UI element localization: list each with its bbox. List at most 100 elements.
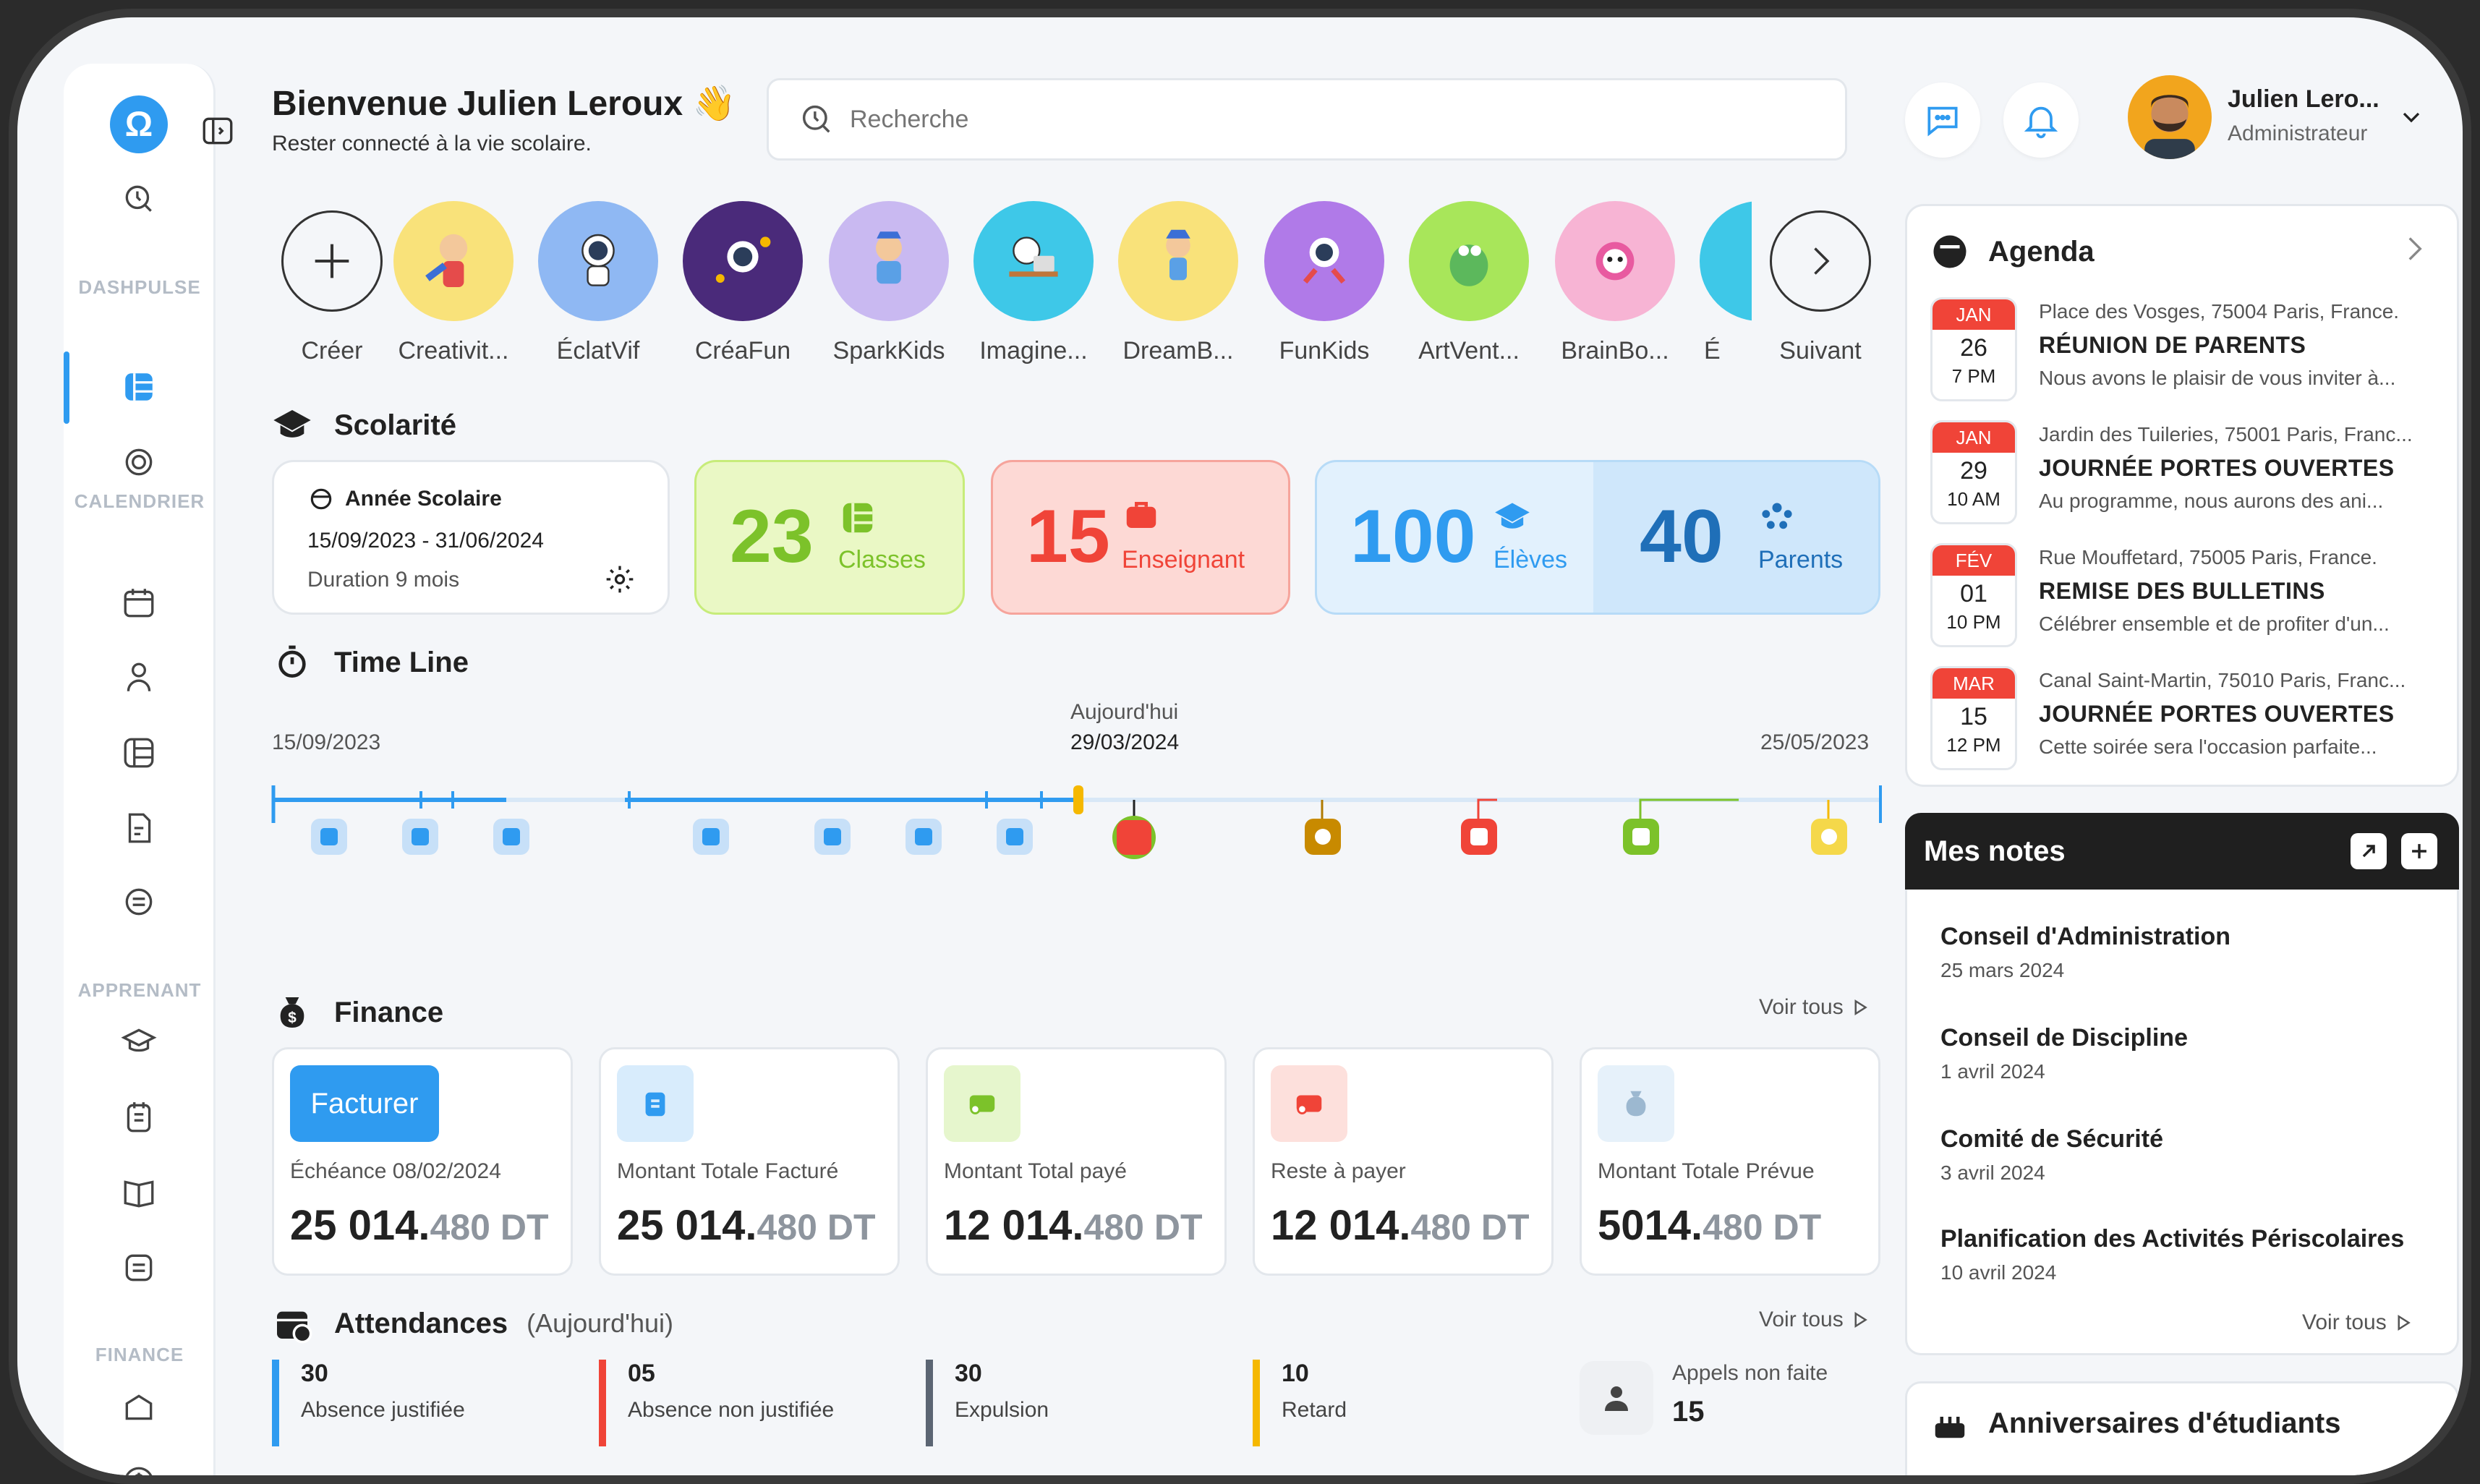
agenda-item[interactable]: JAN 26 7 PM Place des Vosges, 75004 Paris,… [1930,297,2451,410]
parents-icon [1762,503,1792,529]
settings-gear-icon[interactable] [604,563,636,599]
invoice-icon [617,1065,694,1142]
finance-card-reste[interactable]: Reste à payer 12 014.480 DT [1253,1047,1554,1276]
attendance-absence-non-justifiee[interactable]: 05 Absence non justifiée [599,1360,834,1446]
search-icon [802,105,830,133]
expand-icon[interactable] [2351,833,2387,869]
active-indicator [64,351,69,424]
note-date: 25 mars 2024 [1940,959,2065,981]
sidebar-collapse-icon[interactable] [200,113,236,149]
messages-button[interactable] [1905,82,1980,158]
story-item[interactable]: BrainBo... [1554,201,1676,365]
briefcase-icon [1126,502,1156,528]
classes-card[interactable]: 23 Classes [694,460,965,615]
user-sync-icon[interactable] [118,657,160,699]
anniversaires-panel: Anniversaires d'étudiants [1905,1381,2459,1475]
story-item[interactable]: Creativit... [392,201,515,365]
sidebar-section-calendrier: CALENDRIER [74,490,205,512]
add-note-icon[interactable] [2401,833,2437,869]
timeline-end-date: 25/05/2023 [1760,730,1870,754]
sidebar-section-dashpulse: DASHPULSE [78,276,201,298]
avatar[interactable] [2128,75,2212,159]
story-item[interactable]: CréaFun [681,201,804,365]
notes-header: Mes notes [1905,813,2459,890]
note-title[interactable]: Comité de Sécurité [1940,1125,2163,1153]
note-date: 10 avril 2024 [1940,1261,2057,1284]
page-title: Bienvenue Julien Leroux 👋 [272,85,736,123]
note-title[interactable]: Conseil d'Administration [1940,923,2230,951]
attendance-retard[interactable]: 10 Retard [1253,1360,1347,1446]
section-scolarite: Scolarité [272,405,456,445]
layout-icon[interactable] [118,732,160,774]
story-next-button[interactable]: Suivant [1759,201,1882,365]
attendance-absence-justifiee[interactable]: 30 Absence justifiée [272,1360,465,1446]
story-item[interactable]: ArtVent... [1407,201,1530,365]
user-role: Administrateur [2228,121,2368,145]
play-arrow-icon [1854,1311,1867,1329]
annee-scolaire-card: Année Scolaire 15/09/2023 - 31/06/2024 D… [272,460,670,615]
story-create[interactable]: Créer [270,201,393,365]
finance-card-prevue[interactable]: Montant Totale Prévue 5014.480 DT [1580,1047,1880,1276]
agenda-calendar-icon [1933,235,1966,268]
facturer-button[interactable]: Facturer [290,1065,439,1142]
appels-label: Appels non faite [1672,1361,1828,1385]
attendances-voir-tous-link[interactable]: Voir tous [1759,1308,1871,1332]
story-item[interactable]: FunKids [1263,201,1386,365]
chevron-right-icon [1770,210,1871,312]
finance-card-facture[interactable]: Montant Totale Facturé 25 014.480 DT [599,1047,900,1276]
chevron-down-icon[interactable] [2397,103,2426,135]
graduation-icon[interactable] [118,1021,160,1063]
search-bar[interactable] [767,78,1847,161]
anniversaires-title: Anniversaires d'étudiants [1930,1404,2340,1443]
attendance-expulsion[interactable]: 30 Expulsion [926,1360,1049,1446]
search-input[interactable] [850,105,1790,134]
story-item[interactable]: É [1700,201,1752,365]
appels-count: 15 [1672,1396,1705,1428]
pulse-icon[interactable] [118,441,160,483]
list-icon[interactable] [118,1247,160,1289]
calendar-icon[interactable] [118,581,160,623]
story-avatar [538,201,658,321]
search-history-icon[interactable] [118,178,160,220]
agenda-panel: Agenda JAN 26 7 PM Place des Vosges, 75004… [1905,204,2459,787]
parents-panel[interactable] [1593,462,1878,613]
agenda-item[interactable]: FÉV 01 10 PM Rue Mouffetard, 75005 Paris, … [1930,543,2451,656]
section-finance: $ Finance [272,992,443,1033]
notifications-button[interactable] [2003,82,2079,158]
clock-badge-icon[interactable] [118,881,160,923]
dollar-icon[interactable] [118,1461,160,1475]
finance-card-paye[interactable]: Montant Total payé 12 014.480 DT [926,1047,1227,1276]
story-avatar [1700,201,1752,321]
chat-icon [1927,106,1958,137]
story-avatar [1409,201,1529,321]
story-item[interactable]: SparkKids [827,201,950,365]
agenda-item[interactable]: MAR 15 12 PM Canal Saint-Martin, 75010 Par… [1930,666,2451,779]
enseignant-card[interactable]: 15 Enseignant [991,460,1290,615]
user-icon [1580,1361,1653,1435]
timeline-today-label: Aujourd'hui [1070,700,1179,724]
notes-list: Conseil d'Administration 25 mars 2024 Co… [1905,890,2459,1355]
agenda-next-icon[interactable] [2396,231,2432,270]
dashboard-icon[interactable] [118,366,160,408]
notes-voir-tous-link[interactable]: Voir tous [2302,1310,2414,1335]
story-item[interactable]: ÉclatVif [537,201,660,365]
book-icon[interactable] [118,1172,160,1214]
paid-icon [944,1065,1020,1142]
app-window: Ω DASHPULSE CALENDRIER APPRENANT FINANCE… [9,9,2471,1484]
calendar-check-icon [277,1311,312,1344]
story-item[interactable]: DreamB... [1117,201,1240,365]
timeline-track [271,785,1882,859]
money-bag-icon: $ [280,997,304,1028]
agenda-item[interactable]: JAN 29 10 AM Jardin des Tuileries, 75001 P… [1930,420,2451,533]
app-logo[interactable]: Ω [110,95,168,153]
document-icon[interactable] [118,807,160,849]
note-title[interactable]: Planification des Activités Périscolaire… [1940,1225,2404,1253]
user-name[interactable]: Julien Lero... [2228,85,2379,114]
notebook-icon[interactable] [118,1096,160,1138]
agenda-date-badge: JAN 29 10 AM [1930,420,2017,524]
play-arrow-icon [1854,999,1867,1016]
note-title[interactable]: Conseil de Discipline [1940,1024,2188,1052]
finance-voir-tous-link[interactable]: Voir tous [1759,995,1871,1020]
wallet-icon[interactable] [118,1387,160,1429]
story-item[interactable]: Imagine... [972,201,1095,365]
